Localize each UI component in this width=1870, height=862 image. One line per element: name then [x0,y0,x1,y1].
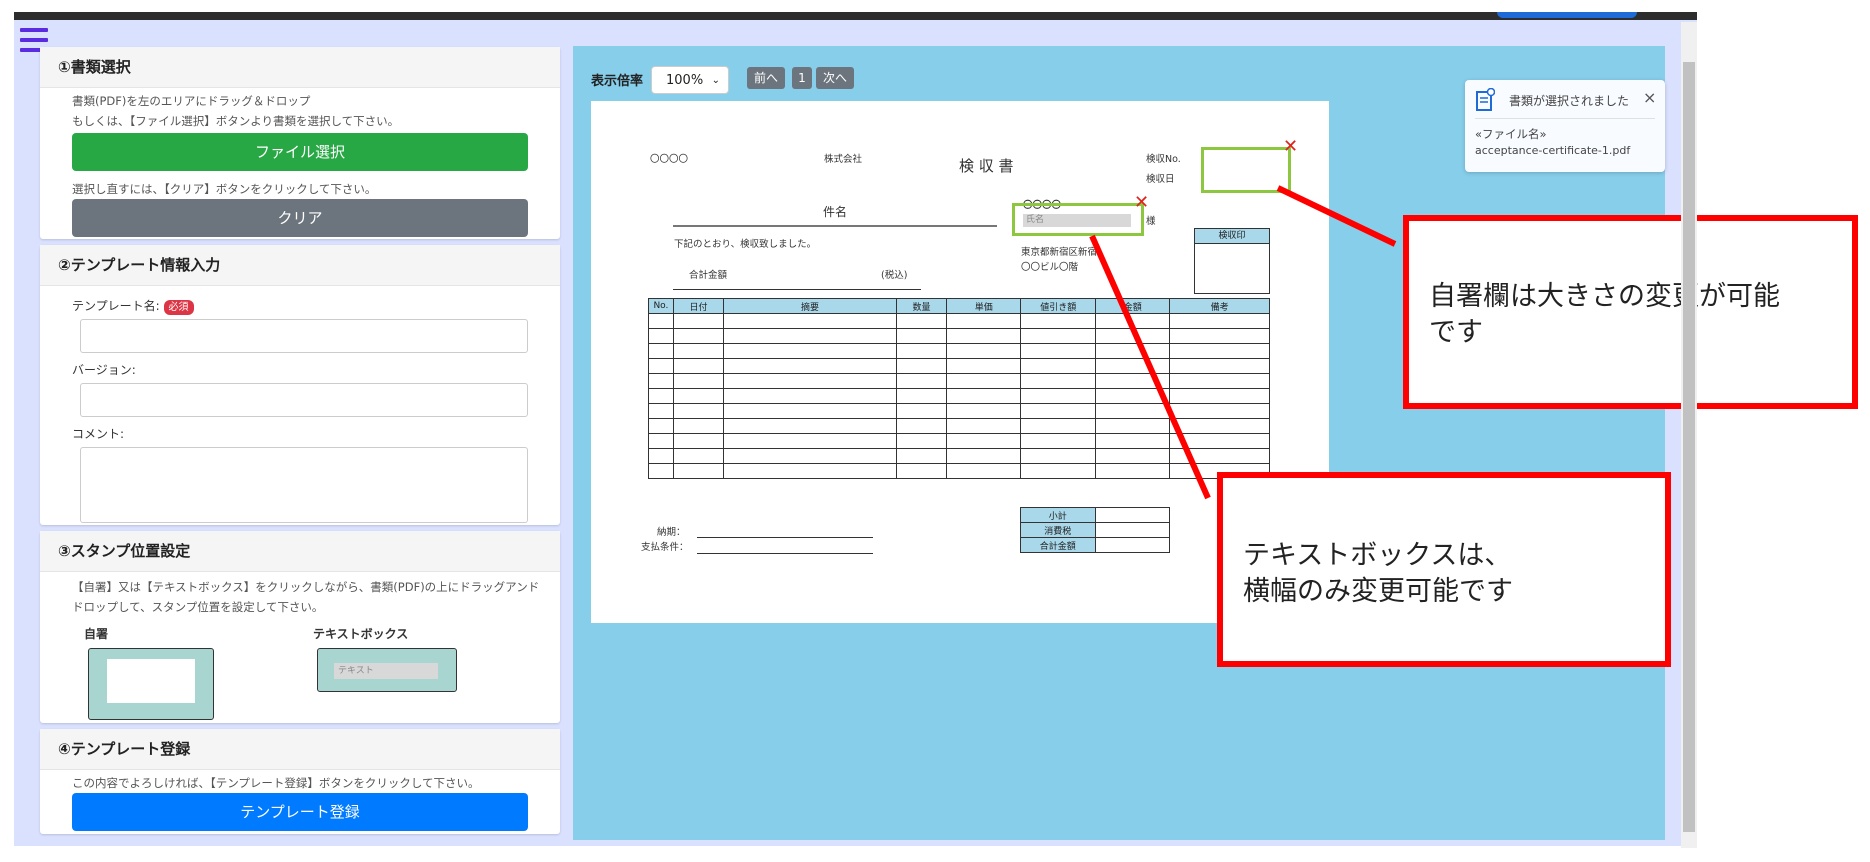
signature-callout-line-1: 自署欄は大きさの変更が可能 [1429,281,1780,312]
textbox-arrow [1089,234,1211,500]
page-scrollbar[interactable] [1681,22,1697,848]
signature-arrow [1276,185,1397,247]
scrollbar-thumb[interactable] [1683,62,1695,832]
callout-arrows [1089,185,1397,500]
textbox-callout: テキストボックスは、 横幅のみ変更可能です [1217,472,1671,667]
signature-callout: 自署欄は大きさの変更が可能 です [1403,215,1858,409]
textbox-callout-line-1: テキストボックスは、 [1243,540,1512,571]
textbox-callout-line-2: 横幅のみ変更可能です [1243,576,1513,607]
signature-callout-line-2: です [1429,317,1483,348]
